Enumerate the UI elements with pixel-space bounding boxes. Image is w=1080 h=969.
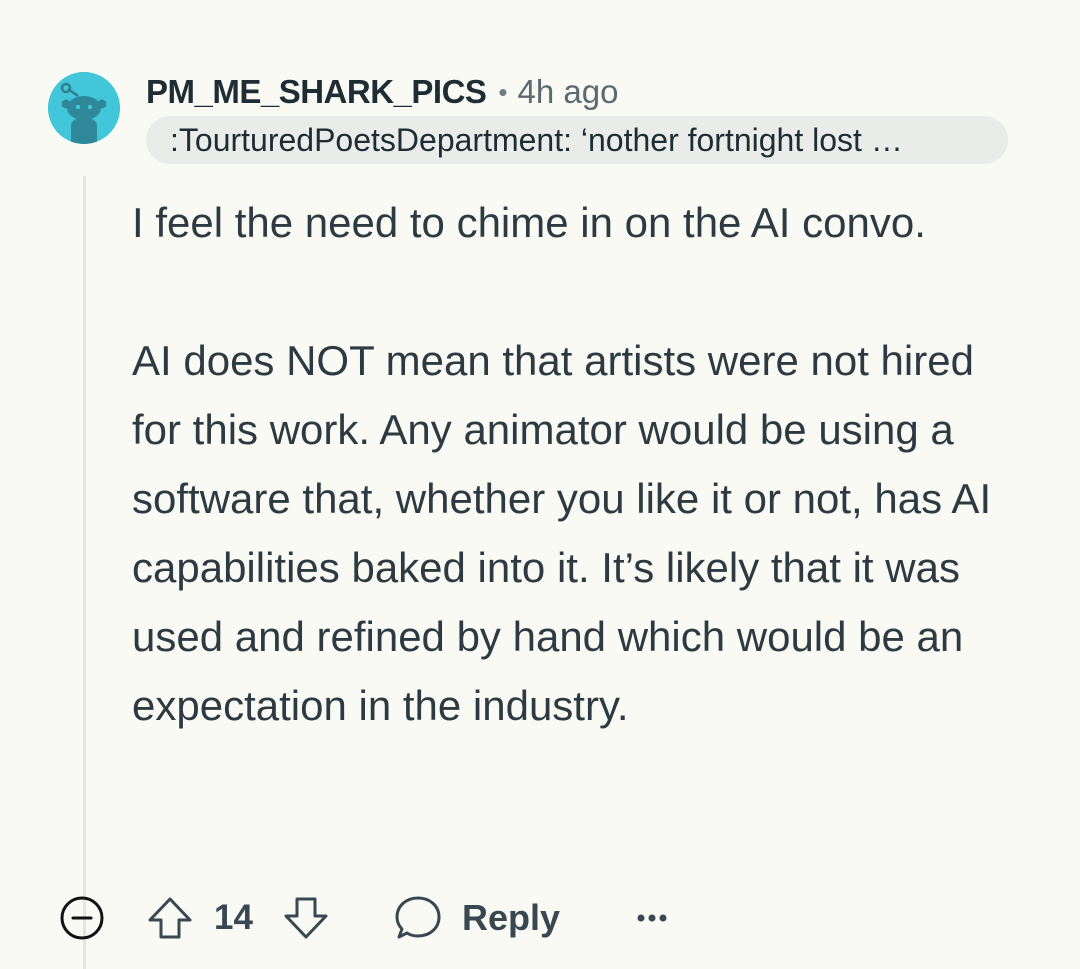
comment-meta: PM_ME_SHARK_PICS • 4h ago [146, 70, 618, 114]
comment-paragraph: AI does NOT mean that artists were not h… [132, 337, 992, 729]
collapse-button[interactable] [59, 895, 105, 941]
minus-circle-icon [60, 896, 104, 940]
comment-paragraph: I feel the need to chime in on the AI co… [132, 199, 926, 246]
thread-line[interactable] [83, 176, 86, 969]
username[interactable]: PM_ME_SHARK_PICS [146, 73, 487, 111]
comment: PM_ME_SHARK_PICS • 4h ago :TourturedPoet… [0, 0, 1080, 969]
speech-bubble-icon [395, 896, 441, 939]
arrow-up-icon [148, 897, 192, 939]
upvote-button[interactable] [146, 894, 194, 942]
comment-actions: 14 Reply [0, 880, 1080, 956]
more-options-button[interactable] [628, 894, 676, 942]
snoo-avatar-icon [48, 72, 120, 144]
timestamp: 4h ago [517, 73, 619, 110]
vote-count: 14 [214, 898, 253, 937]
reply-button[interactable]: Reply [392, 892, 560, 944]
comment-body: I feel the need to chime in on the AI co… [132, 188, 1032, 740]
downvote-button[interactable] [282, 894, 330, 942]
arrow-down-icon [284, 897, 328, 939]
reply-label: Reply [462, 897, 561, 938]
user-flair: :TourturedPoetsDepartment: ‘nother fortn… [146, 116, 1008, 164]
meta-separator: • [498, 76, 508, 107]
avatar[interactable] [48, 72, 120, 144]
more-dots-icon [637, 914, 667, 922]
